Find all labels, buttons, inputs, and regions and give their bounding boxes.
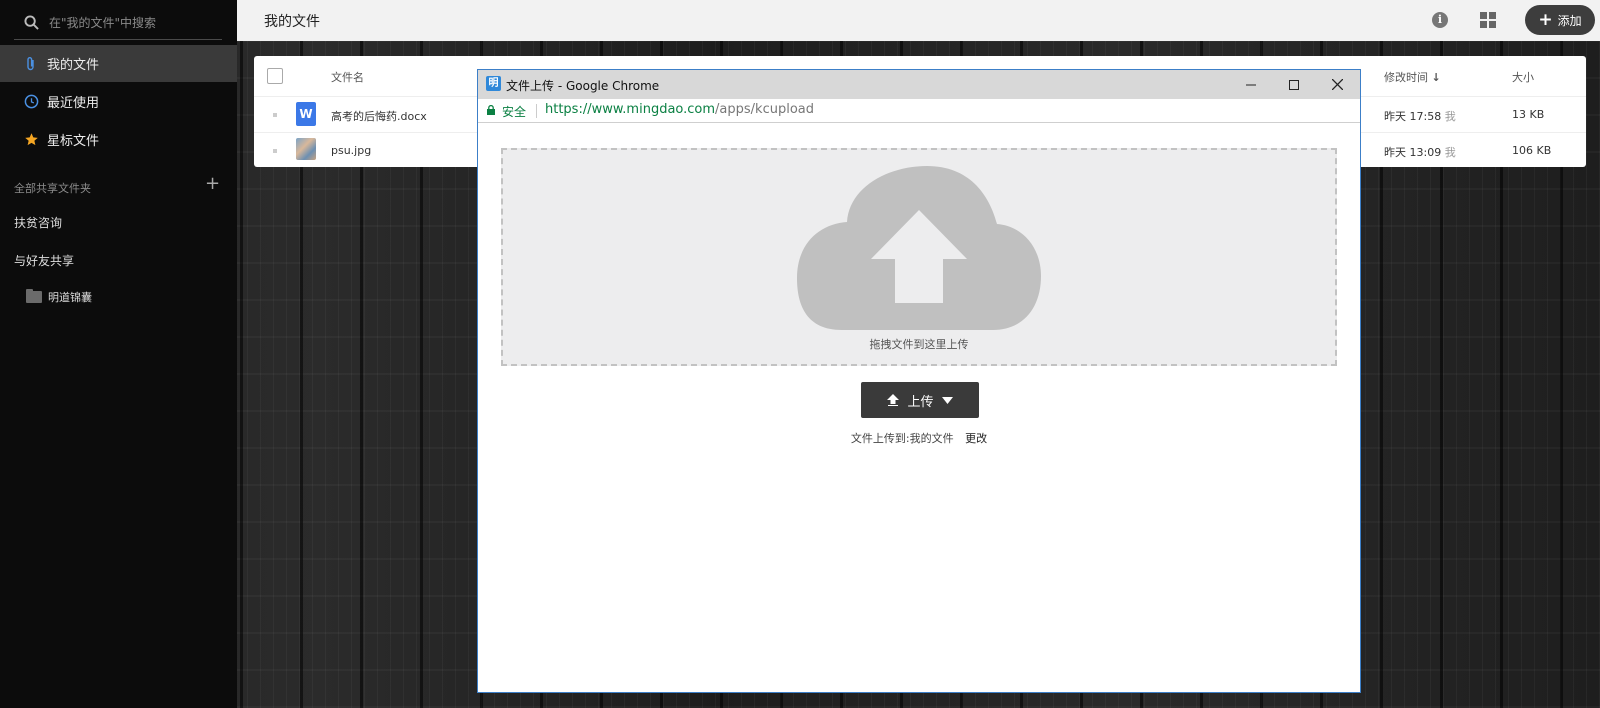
search-icon (24, 15, 39, 30)
cloud-upload-icon (797, 166, 1041, 330)
add-button-label: 添加 (1557, 13, 1582, 28)
nav-label: 星标文件 (47, 134, 100, 149)
minimize-icon (1246, 84, 1256, 85)
add-shared-folder-button[interactable]: + (205, 174, 220, 194)
select-all-checkbox[interactable] (267, 68, 283, 84)
nav-my-files[interactable]: 我的文件 (0, 45, 237, 82)
nav-label: 我的文件 (47, 58, 100, 73)
search-box[interactable] (14, 6, 222, 40)
search-input[interactable] (49, 15, 209, 30)
folder-label: 明道锦囊 (48, 291, 92, 304)
sidebar-item-poverty-consult[interactable]: 扶贫咨询 (14, 214, 62, 231)
sidebar: 我的文件 最近使用 星标文件 全部共享文件夹 + 扶贫咨询 与好友共享 明道锦囊 (0, 0, 237, 708)
window-titlebar[interactable]: 明 文件上传 - Google Chrome (478, 70, 1360, 99)
file-dropzone[interactable]: 拖拽文件到这里上传 (501, 148, 1337, 366)
mingdao-favicon-icon: 明 (486, 76, 501, 91)
row-select-dot[interactable] (273, 113, 277, 117)
maximize-icon (1289, 79, 1299, 90)
file-modified: 昨天 17:58 我 (1384, 108, 1456, 124)
row-select-dot[interactable] (273, 149, 277, 153)
nav-starred[interactable]: 星标文件 (0, 121, 237, 158)
upload-destination: 文件上传到:我的文件 更改 (478, 430, 1360, 446)
sidebar-item-shared-with-friends[interactable]: 与好友共享 (14, 252, 74, 269)
url-path: /apps/kcupload (715, 102, 815, 117)
upload-popup-window: 明 文件上传 - Google Chrome 安全 https://www.mi… (477, 69, 1361, 693)
address-bar[interactable]: 安全 https://www.mingdao.com/apps/kcupload (478, 99, 1360, 123)
column-header-name[interactable]: 文件名 (331, 69, 364, 85)
plus-icon: + (1538, 10, 1553, 30)
sidebar-folder-mingdao[interactable]: 明道锦囊 (26, 289, 92, 305)
dropzone-text: 拖拽文件到这里上传 (869, 338, 969, 351)
file-name[interactable]: 高考的后悔药.docx (331, 108, 427, 124)
sort-down-icon: ↓ (1431, 71, 1441, 84)
file-size: 106 KB (1512, 144, 1552, 157)
url-host: https://www.mingdao.com (545, 102, 716, 117)
minimize-button[interactable] (1230, 70, 1272, 99)
paperclip-icon (23, 56, 39, 72)
upload-destination-text: 文件上传到:我的文件 (850, 432, 954, 445)
maximize-button[interactable] (1273, 70, 1315, 99)
image-thumbnail-icon (296, 138, 316, 160)
caret-down-icon (941, 396, 953, 404)
column-header-modified[interactable]: 修改时间 ↓ (1384, 69, 1441, 85)
column-header-size[interactable]: 大小 (1512, 69, 1534, 85)
folder-icon (26, 289, 42, 303)
change-destination-link[interactable]: 更改 (965, 432, 987, 445)
nav-recent[interactable]: 最近使用 (0, 83, 237, 120)
lock-icon (487, 105, 495, 115)
column-header-modified-label: 修改时间 (1384, 71, 1428, 84)
upload-button[interactable]: 上传 (861, 382, 979, 418)
add-button[interactable]: + 添加 (1525, 5, 1595, 35)
secure-label[interactable]: 安全 (502, 103, 526, 120)
grid-view-icon[interactable] (1480, 12, 1496, 28)
close-icon (1331, 79, 1343, 90)
word-doc-icon: W (296, 102, 316, 126)
window-title: 文件上传 - Google Chrome (506, 79, 660, 93)
clock-icon (23, 94, 39, 110)
page-title: 我的文件 (264, 14, 320, 30)
shared-folders-title: 全部共享文件夹 (14, 182, 91, 195)
top-header: 我的文件 i + 添加 (237, 0, 1600, 41)
modified-by: 我 (1444, 110, 1456, 123)
url-text[interactable]: https://www.mingdao.com/apps/kcupload (545, 102, 814, 117)
nav-label: 最近使用 (47, 96, 100, 111)
file-modified: 昨天 13:09 我 (1384, 144, 1456, 160)
modified-time: 昨天 13:09 (1384, 146, 1442, 159)
close-button[interactable] (1316, 70, 1358, 99)
address-separator (536, 104, 537, 118)
modified-by: 我 (1444, 146, 1456, 159)
upload-arrow-icon (887, 394, 900, 406)
star-icon (23, 132, 39, 148)
info-icon[interactable]: i (1432, 12, 1448, 28)
modified-time: 昨天 17:58 (1384, 110, 1442, 123)
upload-button-label: 上传 (907, 394, 934, 410)
file-size: 13 KB (1512, 108, 1545, 121)
file-name[interactable]: psu.jpg (331, 144, 371, 157)
